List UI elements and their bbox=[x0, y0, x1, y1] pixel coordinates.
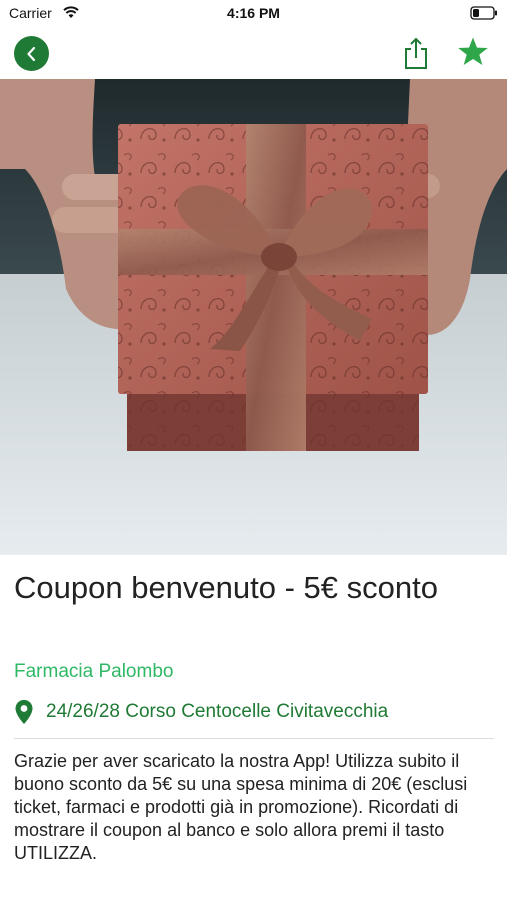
divider bbox=[14, 738, 494, 739]
hero-image bbox=[0, 79, 507, 555]
nav-bar bbox=[0, 30, 507, 76]
star-icon bbox=[458, 37, 488, 65]
status-bar: Carrier 4:16 PM bbox=[0, 0, 507, 28]
share-button[interactable] bbox=[401, 36, 431, 70]
gift-box-illustration bbox=[0, 79, 507, 555]
address-text: 24/26/28 Corso Centocelle Civitavecchia bbox=[46, 701, 389, 722]
share-icon bbox=[405, 37, 427, 69]
favorite-button[interactable] bbox=[457, 36, 489, 68]
coupon-description: Grazie per aver scaricato la nostra App!… bbox=[14, 751, 468, 863]
status-time: 4:16 PM bbox=[227, 5, 280, 21]
location-pin-icon bbox=[15, 700, 33, 724]
battery-icon bbox=[470, 6, 497, 20]
chevron-left-icon bbox=[26, 46, 35, 61]
back-button[interactable] bbox=[14, 36, 49, 71]
merchant-link[interactable]: Farmacia Palombo bbox=[14, 661, 173, 683]
address-row[interactable]: 24/26/28 Corso Centocelle Civitavecchia bbox=[14, 698, 388, 726]
coupon-title: Coupon benvenuto - 5€ sconto bbox=[14, 570, 438, 605]
